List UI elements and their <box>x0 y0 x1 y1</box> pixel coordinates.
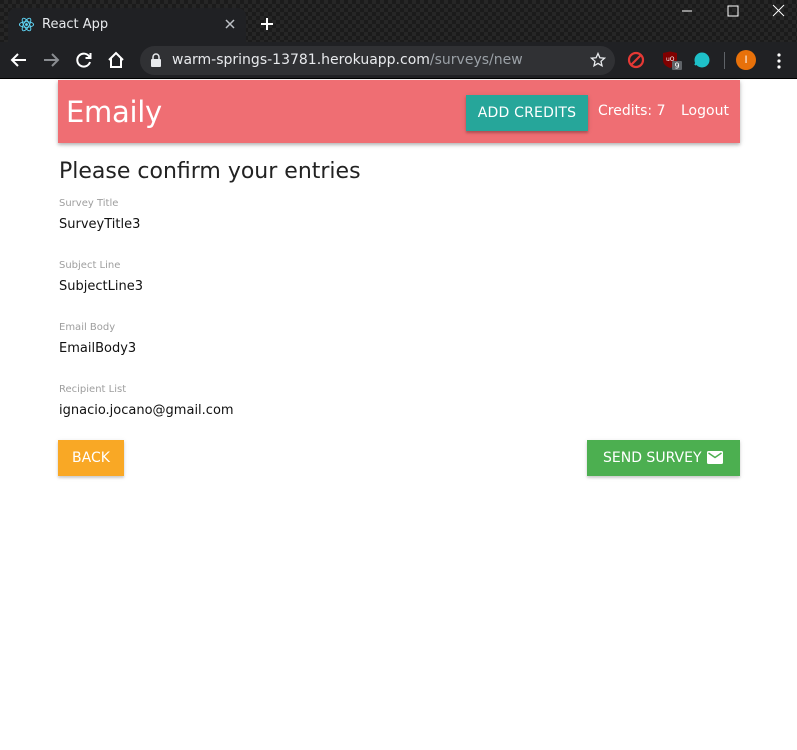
forward-arrow-icon[interactable] <box>41 50 61 70</box>
logout-link[interactable]: Logout <box>681 103 729 119</box>
survey-title-value: SurveyTitle3 <box>59 217 141 232</box>
address-bar[interactable]: warm-springs-13781.herokuapp.com/surveys… <box>140 46 615 75</box>
minimize-icon[interactable] <box>664 0 710 24</box>
recipient-list-label: Recipient List <box>59 384 127 395</box>
url-path: /surveys/new <box>429 52 523 68</box>
email-body-label: Email Body <box>59 322 116 333</box>
kebab-menu-icon[interactable] <box>772 52 786 70</box>
back-arrow-icon[interactable] <box>9 50 29 70</box>
teal-extension-icon[interactable] <box>693 51 711 69</box>
url-text: warm-springs-13781.herokuapp.com/surveys… <box>172 52 523 68</box>
recipient-list-value: ignacio.jocano@gmail.com <box>59 403 234 418</box>
subject-line-label: Subject Line <box>59 260 121 271</box>
new-tab-icon[interactable] <box>259 16 275 32</box>
toolbar-divider <box>724 52 725 69</box>
email-body-value: EmailBody3 <box>59 341 137 356</box>
tab-title: React App <box>42 17 109 32</box>
browser-toolbar: warm-springs-13781.herokuapp.com/surveys… <box>0 42 797 79</box>
ublock-extension-icon[interactable]: uO 9 <box>661 51 683 71</box>
browser-titlebar: React App <box>0 0 797 42</box>
back-button[interactable]: BACK <box>58 440 124 476</box>
maximize-icon[interactable] <box>710 0 756 24</box>
credits-count: Credits: 7 <box>598 103 666 119</box>
page-title: Please confirm your entries <box>59 159 361 184</box>
reload-icon[interactable] <box>74 50 94 70</box>
survey-title-label: Survey Title <box>59 198 119 209</box>
app-navbar: Emaily ADD CREDITS Credits: 7 Logout <box>58 80 740 143</box>
browser-tab[interactable]: React App <box>8 8 246 42</box>
close-tab-icon[interactable] <box>222 16 238 32</box>
url-host: warm-springs-13781.herokuapp.com <box>172 52 430 68</box>
lock-icon <box>151 53 161 67</box>
block-extension-icon[interactable] <box>627 51 645 69</box>
home-icon[interactable] <box>106 50 126 70</box>
send-survey-label: SEND SURVEY <box>603 450 702 466</box>
react-logo-icon <box>18 17 35 32</box>
add-credits-button[interactable]: ADD CREDITS <box>466 95 588 131</box>
ext-badge-count: 9 <box>675 62 680 71</box>
window-close-icon[interactable] <box>756 0 797 24</box>
subject-line-value: SubjectLine3 <box>59 279 143 294</box>
send-survey-button[interactable]: SEND SURVEY <box>587 440 740 476</box>
mail-icon <box>707 451 723 464</box>
bookmark-star-icon[interactable] <box>590 52 606 68</box>
profile-avatar[interactable]: I <box>736 50 756 70</box>
brand-logo[interactable]: Emaily <box>66 95 162 129</box>
